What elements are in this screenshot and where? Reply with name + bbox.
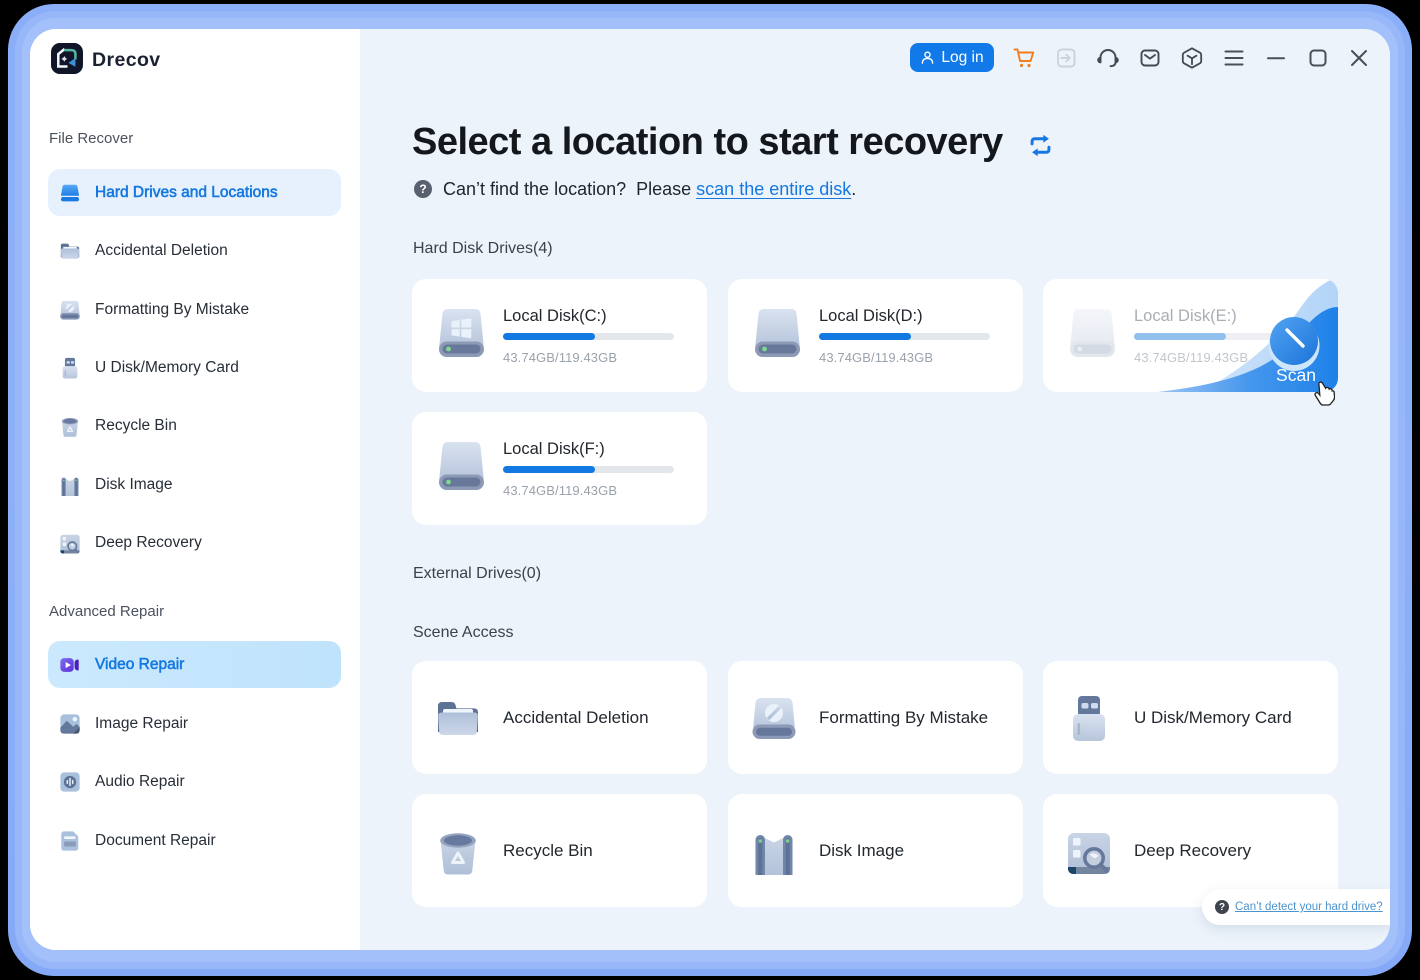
svg-text:Scan: Scan	[1276, 365, 1316, 385]
